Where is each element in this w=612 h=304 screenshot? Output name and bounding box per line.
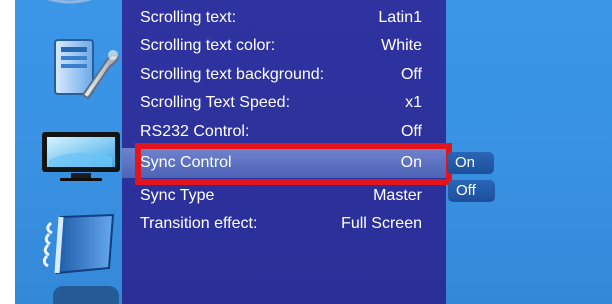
- menu-item-value: x1: [405, 94, 422, 111]
- menu-item-value: Master: [373, 187, 422, 204]
- menu-item-label: RS232 Control:: [140, 123, 250, 140]
- menu-item-rs232-control[interactable]: RS232 Control: Off: [122, 117, 446, 147]
- screen-background: Scrolling text: Latin1 Scrolling text co…: [15, 0, 612, 304]
- menu-item-label: Sync Control: [140, 154, 232, 171]
- settings-icon[interactable]: [21, 0, 117, 18]
- menu-item-value: Latin1: [378, 9, 422, 26]
- menu-item-label: Transition effect:: [140, 215, 258, 232]
- menu-item-label: Scrolling text color:: [140, 37, 276, 54]
- menu-item-scrolling-text-color[interactable]: Scrolling text color: White: [122, 31, 446, 61]
- partial-icon: [53, 286, 119, 304]
- menu-item-value: Off: [400, 66, 422, 83]
- menu-item-label: Scrolling text:: [140, 9, 237, 26]
- tools-icon[interactable]: [45, 37, 120, 107]
- menu-item-scrolling-text-speed[interactable]: Scrolling Text Speed: x1: [122, 88, 446, 118]
- manual-icon[interactable]: [43, 213, 119, 276]
- menu-item-value: On: [400, 154, 422, 171]
- sidebar: [15, 0, 122, 304]
- menu-item-label: Scrolling text background:: [140, 66, 325, 83]
- menu-item-sync-control[interactable]: Sync Control On: [122, 148, 446, 178]
- menu-item-value: White: [381, 37, 422, 54]
- menu-item-label: Scrolling Text Speed:: [140, 94, 291, 111]
- menu-item-transition-effect[interactable]: Transition effect: Full Screen: [122, 209, 446, 239]
- submenu-option-on[interactable]: On: [447, 152, 494, 174]
- menu-item-value: Off: [400, 123, 422, 140]
- submenu-option-off[interactable]: Off: [448, 180, 495, 202]
- menu-item-scrolling-text-background[interactable]: Scrolling text background: Off: [122, 60, 446, 90]
- menu-item-value: Full Screen: [341, 215, 422, 232]
- monitor-icon[interactable]: [40, 129, 122, 182]
- menu-item-sync-type[interactable]: Sync Type Master: [122, 181, 446, 211]
- menu-item-label: Sync Type: [140, 187, 215, 204]
- menu-item-scrolling-text[interactable]: Scrolling text: Latin1: [122, 3, 446, 33]
- settings-menu-panel: Scrolling text: Latin1 Scrolling text co…: [122, 0, 446, 304]
